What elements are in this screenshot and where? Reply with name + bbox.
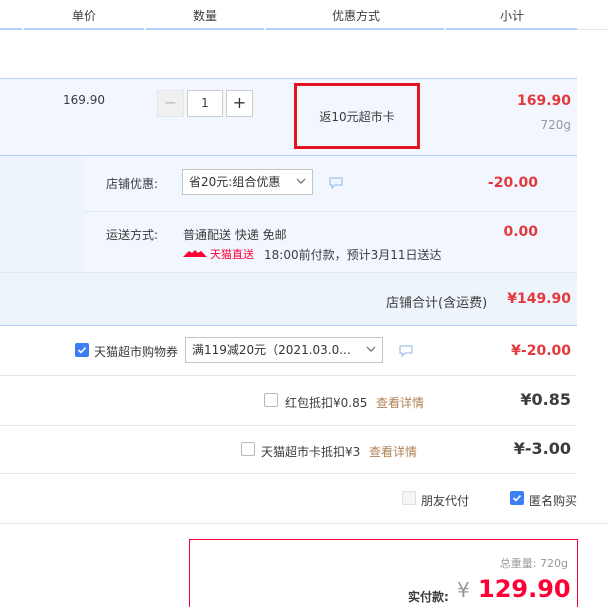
shipping-method: 普通配送 快递 免邮	[183, 228, 287, 242]
friend-pay-label: 朋友代付	[421, 494, 470, 508]
shop-total-label: 店铺合计(含运费)	[386, 296, 488, 311]
promo-highlight-box: 返10元超市卡	[294, 83, 420, 149]
tmall-direct-badge: 天猫直送	[183, 246, 254, 262]
coupon-checkbox[interactable]	[75, 343, 89, 357]
total-weight: 总重量: 720g	[499, 557, 568, 570]
supercard-label: 天猫超市卡抵扣¥3	[261, 445, 361, 459]
shipping-label: 运送方式:	[106, 228, 159, 242]
coupon-row: 天猫超市购物券 满119减20元（2021.03.0... ¥-20.00	[0, 326, 577, 376]
qty-increase-button[interactable]: +	[226, 90, 253, 117]
shop-discount-label: 店铺优惠:	[106, 177, 159, 191]
header-divider	[266, 28, 444, 30]
shop-total-amount: ¥149.90	[507, 291, 571, 307]
shipping-amount: 0.00	[503, 224, 538, 240]
friend-pay-checkbox[interactable]	[402, 491, 416, 505]
redpacket-label: 红包抵扣¥0.85	[285, 396, 368, 410]
redpacket-checkbox[interactable]	[264, 393, 278, 407]
chevron-down-icon	[366, 346, 376, 352]
coupon-amount: ¥-20.00	[511, 343, 571, 359]
options-row: 朋友代付 匿名购买	[0, 474, 609, 524]
anonymous-label: 匿名购买	[529, 494, 578, 508]
item-price: 169.90	[63, 93, 105, 107]
divider	[84, 211, 577, 212]
pay-amount: 129.90	[478, 575, 571, 603]
tmall-badge-text: 天猫直送	[210, 248, 254, 261]
delivery-note: 18:00前付款，预计3月11日送达	[264, 248, 442, 262]
item-promo-text: 返10元超市卡	[319, 109, 395, 124]
col-header-qty: 数量	[193, 9, 218, 23]
coupon-select[interactable]: 满119减20元（2021.03.0...	[185, 337, 383, 363]
supercard-details-link[interactable]: 查看详情	[369, 443, 417, 460]
supercard-amount: ¥-3.00	[513, 439, 571, 458]
redpacket-amount: ¥0.85	[520, 390, 571, 409]
header-divider	[24, 28, 144, 30]
chat-icon[interactable]	[399, 345, 413, 357]
quantity-stepper: − 1 +	[157, 90, 253, 117]
shop-discount-select[interactable]: 省20元:组合优惠	[182, 169, 313, 195]
header-divider	[146, 28, 264, 30]
coupon-value: 满119减20元（2021.03.0...	[192, 343, 351, 357]
tmall-logo-icon	[183, 250, 207, 257]
header-divider	[0, 28, 22, 30]
checkmark-icon	[512, 494, 522, 502]
header-divider	[446, 28, 577, 30]
currency-symbol: ¥	[457, 578, 470, 602]
shop-discount-value: 省20元:组合优惠	[189, 175, 281, 189]
coupon-label: 天猫超市购物券	[94, 345, 179, 359]
supercard-row: 天猫超市卡抵扣¥3 查看详情 ¥-3.00	[0, 426, 577, 474]
col-header-promo: 优惠方式	[332, 9, 381, 23]
cart-item-row: 169.90 − 1 + 返10元超市卡 169.90 720g	[0, 78, 577, 156]
qty-decrease-button[interactable]: −	[157, 90, 184, 117]
shop-discount-amount: -20.00	[487, 175, 538, 191]
supercard-checkbox[interactable]	[241, 442, 255, 456]
item-weight: 720g	[540, 118, 571, 132]
checkmark-icon	[77, 346, 87, 354]
col-header-subtotal: 小计	[500, 9, 525, 23]
anonymous-checkbox[interactable]	[510, 491, 524, 505]
table-header: 单价 数量 优惠方式 小计	[0, 0, 609, 30]
redpacket-row: 红包抵扣¥0.85 查看详情 ¥0.85	[0, 376, 577, 426]
order-total-box: 总重量: 720g 实付款: ¥ 129.90	[189, 539, 578, 607]
chevron-down-icon	[296, 178, 306, 184]
col-header-price: 单价	[72, 9, 97, 23]
redpacket-details-link[interactable]: 查看详情	[376, 394, 424, 411]
chat-icon[interactable]	[329, 177, 343, 189]
item-subtotal: 169.90	[516, 93, 571, 109]
divider	[0, 272, 577, 273]
quantity-input[interactable]: 1	[187, 90, 223, 117]
pay-label: 实付款:	[408, 590, 449, 604]
shop-summary-block: 店铺优惠: 省20元:组合优惠 -20.00 运送方式: 普通配送 快递 免邮 …	[0, 156, 577, 326]
